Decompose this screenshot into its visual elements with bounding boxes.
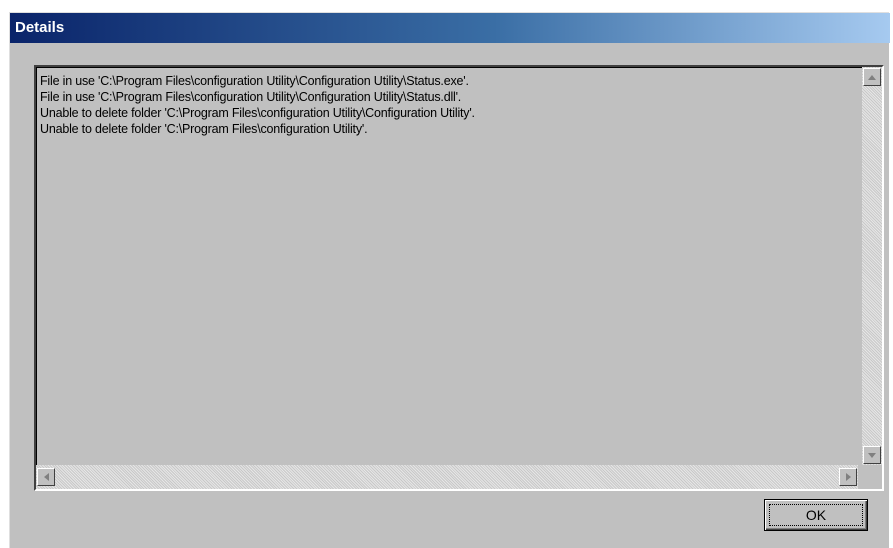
detail-line: Unable to delete folder 'C:\Program File… [40,106,475,120]
arrow-down-icon [868,452,876,458]
window-title: Details [15,19,65,36]
details-dialog: Details File in use 'C:\Program Files\co… [9,12,890,548]
details-listbox[interactable]: File in use 'C:\Program Files\configurat… [34,65,884,491]
arrow-up-icon [868,74,876,80]
details-content: File in use 'C:\Program Files\configurat… [40,73,858,461]
vertical-scrollbar[interactable] [862,67,882,465]
ok-button-label: OK [805,507,827,523]
scroll-left-button[interactable] [37,468,55,486]
scroll-down-button[interactable] [863,446,881,464]
horizontal-scrollbar[interactable] [36,465,858,489]
detail-line: File in use 'C:\Program Files\configurat… [40,74,469,88]
scrollbar-corner [858,465,882,489]
scroll-up-button[interactable] [863,68,881,86]
title-bar[interactable]: Details [10,13,890,43]
detail-line: Unable to delete folder 'C:\Program File… [40,122,368,136]
ok-button[interactable]: OK [764,499,868,531]
detail-line: File in use 'C:\Program Files\configurat… [40,90,462,104]
arrow-left-icon [43,473,49,481]
scroll-right-button[interactable] [839,468,857,486]
arrow-right-icon [845,473,851,481]
